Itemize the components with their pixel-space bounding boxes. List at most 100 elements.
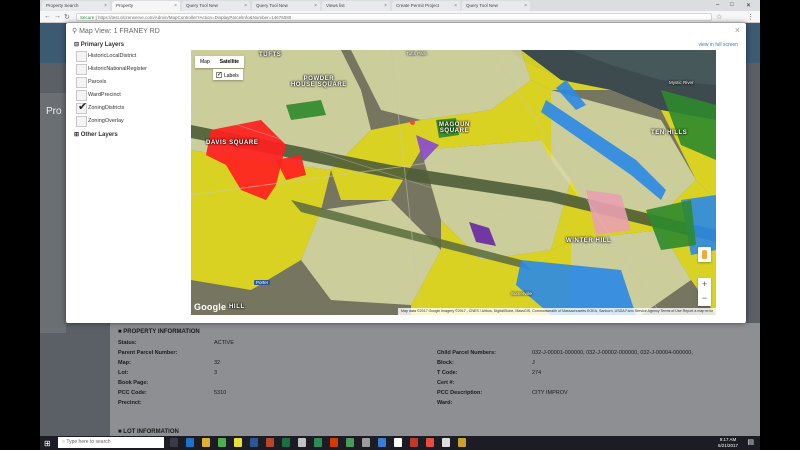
layer-checkbox[interactable] xyxy=(76,90,87,101)
labels-checkbox[interactable] xyxy=(216,71,222,78)
tab-label: Property xyxy=(116,3,134,8)
info-value: 274 xyxy=(532,370,542,376)
app-icon[interactable] xyxy=(266,438,274,447)
url-input[interactable]: Secure | https://test.citizenserve.com/A… xyxy=(76,13,712,21)
browser-tab[interactable]: Property Search × xyxy=(42,1,110,11)
close-icon[interactable]: × xyxy=(524,3,527,9)
layer-historic-local-district[interactable]: HistoricLocalDistrict xyxy=(74,50,184,63)
close-icon[interactable]: × xyxy=(244,3,247,9)
other-layers-group[interactable]: ⊞ Other Layers xyxy=(74,130,184,140)
zoom-control: + − xyxy=(698,278,711,306)
star-icon[interactable]: ☆ xyxy=(716,13,722,21)
layer-historic-national-register[interactable]: HistoricNationalRegister xyxy=(74,63,184,76)
zoom-in-button[interactable]: + xyxy=(698,278,711,292)
layer-checkbox[interactable] xyxy=(76,51,87,62)
taskbar-clock[interactable]: 9:17 AM 6/21/2017 xyxy=(718,437,738,448)
app-icon[interactable] xyxy=(282,438,290,447)
modal-close-button[interactable]: × xyxy=(735,25,740,35)
browser-tab[interactable]: Create Permit Project × xyxy=(392,1,460,11)
browser-tab[interactable]: Query Tool New × xyxy=(182,1,250,11)
layer-label: HistoricLocalDistrict xyxy=(88,53,137,59)
close-icon[interactable]: × xyxy=(174,3,177,9)
place-label: HILL xyxy=(229,304,245,310)
layer-checkbox[interactable] xyxy=(76,64,87,75)
notification-icon[interactable]: ▤ xyxy=(747,438,754,446)
place-label: TUFTS xyxy=(259,52,282,58)
close-icon[interactable]: × xyxy=(104,3,107,9)
layer-ward-precinct[interactable]: WardPrecinct xyxy=(74,89,184,102)
maximize-icon[interactable]: □ xyxy=(730,2,734,8)
browser-tab-active[interactable]: Property × xyxy=(112,1,180,11)
close-icon[interactable]: × xyxy=(314,3,317,9)
map-type-satellite-button[interactable]: Satellite xyxy=(215,56,244,68)
browser-tab[interactable]: Query Tool New × xyxy=(252,1,320,11)
app-icon[interactable] xyxy=(330,438,338,447)
place-label: Mystic River xyxy=(669,80,694,85)
app-icon[interactable] xyxy=(362,438,370,447)
app-icon[interactable] xyxy=(442,438,450,447)
layer-checkbox-checked[interactable] xyxy=(76,101,87,114)
info-label: Status: xyxy=(118,340,137,346)
map-type-map-button[interactable]: Map xyxy=(195,56,215,68)
close-icon[interactable]: × xyxy=(384,3,387,9)
app-icon[interactable] xyxy=(234,438,242,447)
taskbar-search-input[interactable]: ○ Type here to search xyxy=(58,437,164,448)
info-label: Ward: xyxy=(437,400,453,406)
screen: Property Search × Property × Query Tool Ne… xyxy=(40,0,760,450)
task-view-icon[interactable] xyxy=(170,438,178,447)
layer-zoning-overlay[interactable]: ZoningOverlay xyxy=(74,115,184,128)
zoning-map[interactable]: MapSatellite Labels TUFTS Tufts Park POW… xyxy=(191,50,716,315)
layer-label: ZoningOverlay xyxy=(88,118,124,124)
layer-zoning-districts[interactable]: ZoningDistricts xyxy=(74,101,184,115)
app-icon[interactable] xyxy=(298,438,306,447)
info-label: Book Page: xyxy=(118,380,149,386)
layer-checkbox[interactable] xyxy=(76,77,87,88)
browser-tab[interactable]: Query Tool New × xyxy=(462,1,530,11)
info-value: CITY IMPROV xyxy=(532,390,568,396)
app-icon[interactable] xyxy=(314,438,322,447)
search-placeholder: Type here to search xyxy=(66,439,111,445)
menu-icon[interactable]: ⋮ xyxy=(747,13,754,21)
zoom-out-button[interactable]: − xyxy=(698,292,711,306)
app-icon[interactable] xyxy=(410,438,418,447)
forward-icon[interactable]: → xyxy=(54,13,61,20)
layer-parcels[interactable]: Parcels xyxy=(74,76,184,89)
reload-icon[interactable]: ↻ xyxy=(64,13,70,21)
layer-label: ZoningDistricts xyxy=(88,105,125,111)
windows-taskbar: ⊞ ○ Type here to search 9:17 AM 6/21/201… xyxy=(40,436,760,450)
fullscreen-link[interactable]: view in full screen xyxy=(699,42,738,48)
porter-station-label: Porter xyxy=(254,280,271,285)
windows-start-icon[interactable]: ⊞ xyxy=(44,439,51,448)
app-icon[interactable] xyxy=(394,438,402,447)
window-close-icon[interactable]: ✕ xyxy=(746,2,751,9)
modal-title-text: Map View: 1 FRANEY RD xyxy=(79,28,160,35)
back-icon[interactable]: ← xyxy=(44,13,51,20)
place-label: WINTER HILL xyxy=(566,238,612,244)
primary-layers-group[interactable]: ⊟ Primary Layers xyxy=(74,40,184,50)
app-icon[interactable] xyxy=(458,438,466,447)
layer-label: WardPrecinct xyxy=(88,92,121,98)
street-view-pegman-icon[interactable] xyxy=(698,247,711,262)
chrome-icon[interactable] xyxy=(218,438,226,447)
info-label: Lot: xyxy=(118,370,129,376)
zoning-map-canvas xyxy=(191,50,716,315)
labels-toggle[interactable]: Labels xyxy=(213,69,243,80)
app-icon[interactable] xyxy=(250,438,258,447)
layer-checkbox[interactable] xyxy=(76,116,87,127)
info-label: T Code: xyxy=(437,370,458,376)
layer-panel: ⊟ Primary Layers HistoricLocalDistrict H… xyxy=(74,40,184,140)
map-attribution[interactable]: Map data ©2017 Google Imagery ©2017 , CN… xyxy=(397,308,716,315)
app-icon[interactable] xyxy=(426,438,434,447)
minimize-icon[interactable]: – xyxy=(716,2,719,8)
tab-label: Query Tool New xyxy=(256,3,288,8)
close-icon[interactable]: × xyxy=(454,3,457,9)
secure-label: Secure xyxy=(80,15,95,20)
browser-tab[interactable]: Views list × xyxy=(322,1,390,11)
app-icon[interactable] xyxy=(378,438,386,447)
explorer-icon[interactable] xyxy=(202,438,210,447)
page-side-label: Pro xyxy=(46,106,62,117)
edge-icon[interactable] xyxy=(186,438,194,447)
app-icon[interactable] xyxy=(346,438,354,447)
map-pin-icon[interactable] xyxy=(410,120,415,125)
tab-label: Create Permit Project xyxy=(396,3,440,8)
